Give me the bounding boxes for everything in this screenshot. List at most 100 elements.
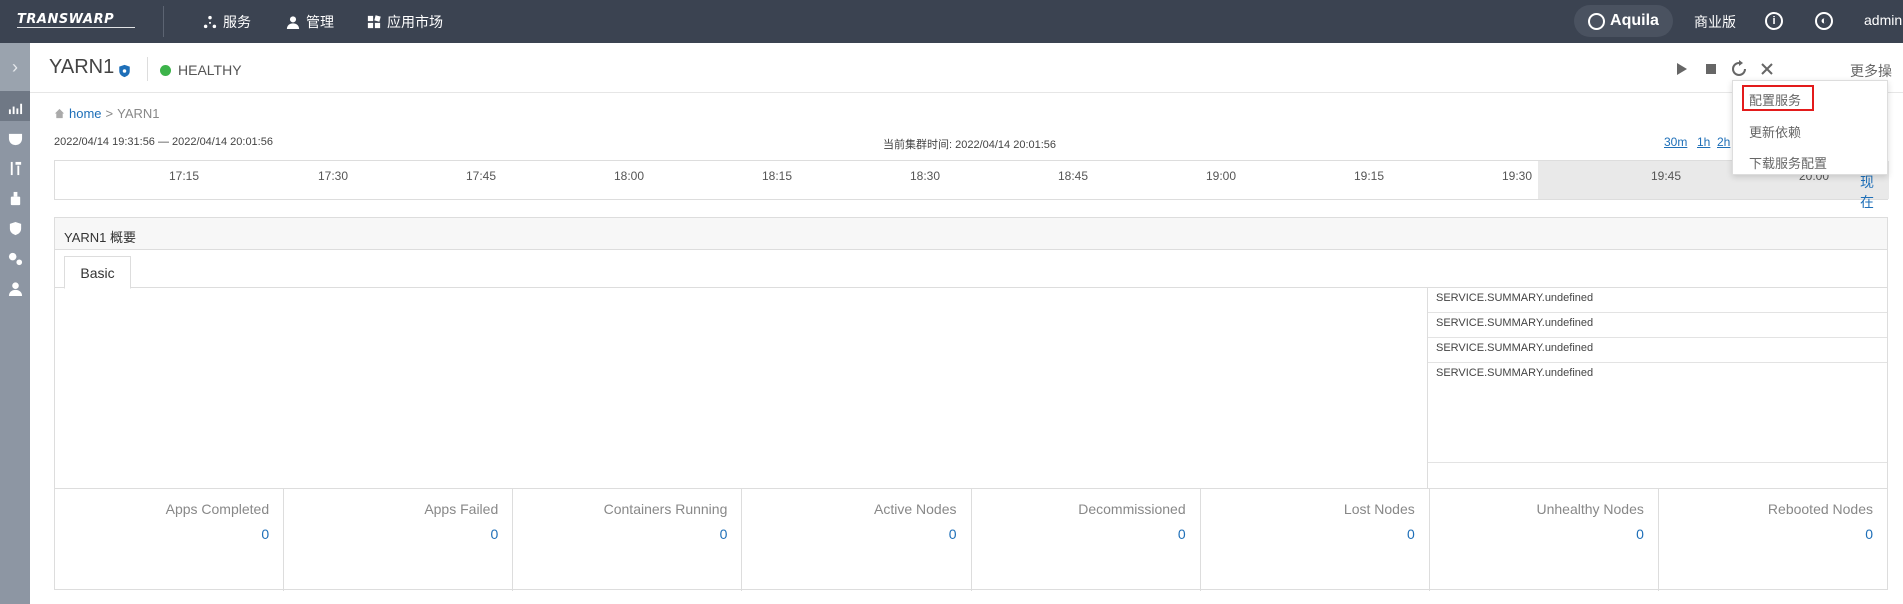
metric-apps-failed: Apps Failed 0 — [284, 489, 514, 591]
restart-icon[interactable] — [1730, 60, 1748, 78]
header-divider — [147, 57, 148, 81]
settings-gears-icon[interactable] — [7, 250, 23, 266]
top-navbar: TRANSWARP 服务 管理 应用市场 Aquila 商业版 i ◐ admi… — [0, 0, 1903, 43]
timeline-tick: 18:30 — [910, 169, 941, 183]
panel-title: YARN1 概要 — [64, 230, 136, 245]
metric-label: Apps Failed — [424, 501, 499, 517]
user-icon — [286, 16, 300, 29]
health-status-dot — [160, 65, 171, 76]
chevron-right-icon[interactable]: › — [0, 43, 30, 91]
metric-rebooted-nodes: Rebooted Nodes 0 — [1659, 489, 1887, 591]
nav-services[interactable]: 服务 — [203, 12, 251, 32]
aquila-button[interactable]: Aquila — [1574, 5, 1673, 37]
tab-basic[interactable]: Basic — [64, 256, 131, 289]
metric-unhealthy-nodes: Unhealthy Nodes 0 — [1430, 489, 1659, 591]
chart-icon[interactable] — [7, 99, 23, 115]
start-icon[interactable] — [1672, 60, 1690, 78]
health-status-text: HEALTHY — [178, 62, 242, 78]
metric-label: Apps Completed — [165, 501, 270, 517]
home-icon — [54, 108, 65, 119]
breadcrumb: home > YARN1 — [54, 106, 160, 121]
timeline-tick: 18:15 — [762, 169, 793, 183]
metric-value[interactable]: 0 — [490, 526, 498, 542]
range-30m-button[interactable]: 30m — [1664, 135, 1687, 149]
breadcrumb-current: YARN1 — [117, 106, 160, 121]
metrics-row: Apps Completed 0 Apps Failed 0 Container… — [55, 488, 1887, 591]
metric-value[interactable]: 0 — [1865, 526, 1873, 542]
overview-panel: YARN1 概要 Basic SERVICE.SUMMARY.undefined… — [54, 217, 1888, 591]
panel-header: YARN1 概要 — [55, 218, 1887, 250]
service-header: YARN1 HEALTHY 更多操作 — [30, 43, 1903, 99]
nav-services-label: 服务 — [223, 14, 251, 30]
nav-app-market[interactable]: 应用市场 — [367, 12, 443, 32]
timeline-tick: 18:00 — [614, 169, 645, 183]
metric-containers-running: Containers Running 0 — [513, 489, 743, 591]
close-icon[interactable] — [1758, 60, 1776, 78]
timeline-tick: 19:45 — [1651, 169, 1682, 183]
now-button[interactable]: 现在 — [1860, 172, 1887, 212]
metric-active-nodes: Active Nodes 0 — [742, 489, 972, 591]
person-icon[interactable] — [7, 280, 23, 296]
menu-item-download-config[interactable]: 下载服务配置 — [1749, 153, 1827, 172]
summary-list: SERVICE.SUMMARY.undefined SERVICE.SUMMAR… — [1427, 288, 1887, 488]
metric-value[interactable]: 0 — [1407, 526, 1415, 542]
mask-icon[interactable] — [7, 130, 23, 146]
apps-icon — [367, 15, 381, 29]
info-icon[interactable]: i — [1765, 12, 1783, 30]
cluster-time: 当前集群时间: 2022/04/14 20:01:56 — [883, 139, 1057, 151]
summary-row: SERVICE.SUMMARY.undefined — [1428, 288, 1887, 313]
nav-app-market-label: 应用市场 — [387, 14, 443, 30]
metric-decommissioned: Decommissioned 0 — [972, 489, 1201, 591]
transwarp-logo[interactable]: TRANSWARP — [17, 12, 114, 27]
metric-lost-nodes: Lost Nodes 0 — [1201, 489, 1430, 591]
breadcrumb-home[interactable]: home — [69, 106, 102, 121]
shield-icon[interactable] — [7, 220, 23, 236]
menu-item-update-dependencies[interactable]: 更新依赖 — [1749, 122, 1801, 141]
range-1h-button[interactable]: 1h — [1697, 135, 1710, 149]
stop-icon[interactable] — [1702, 60, 1720, 78]
menu-item-configure-service[interactable]: 配置服务 — [1749, 90, 1801, 109]
logo-underline — [17, 27, 135, 28]
metric-value[interactable]: 0 — [949, 526, 957, 542]
tools-icon[interactable] — [7, 160, 23, 176]
summary-row: SERVICE.SUMMARY.undefined — [1428, 363, 1887, 463]
service-title: YARN1 — [49, 56, 115, 78]
edition-label[interactable]: 商业版 — [1694, 12, 1736, 32]
user-menu[interactable]: admin — [1864, 12, 1902, 28]
globe-icon[interactable]: ◐ — [1815, 12, 1833, 30]
timeline-slider[interactable]: 17:15 17:30 17:45 18:00 18:15 18:30 18:4… — [54, 160, 1889, 210]
summary-row: SERVICE.SUMMARY.undefined — [1428, 313, 1887, 338]
timeline-tick: 19:15 — [1354, 169, 1385, 183]
nav-manage[interactable]: 管理 — [286, 12, 334, 32]
summary-row: SERVICE.SUMMARY.undefined — [1428, 338, 1887, 363]
timeline-tick: 17:45 — [466, 169, 497, 183]
timeline-tick: 17:15 — [169, 169, 200, 183]
metric-apps-completed: Apps Completed 0 — [55, 489, 285, 591]
metric-value[interactable]: 0 — [1636, 526, 1644, 542]
timeline-tick: 17:30 — [318, 169, 349, 183]
breadcrumb-separator: > — [105, 106, 114, 121]
range-2h-button[interactable]: 2h — [1717, 135, 1730, 149]
aquila-label: Aquila — [1610, 12, 1659, 29]
security-shield-icon — [119, 64, 130, 78]
aquila-icon — [1588, 12, 1606, 30]
plugin-icon[interactable] — [7, 190, 23, 206]
metric-label: Containers Running — [603, 501, 728, 517]
metric-value[interactable]: 0 — [1178, 526, 1186, 542]
more-operations-dropdown: 配置服务 更新依赖 下载服务配置 — [1732, 80, 1888, 175]
metric-label: Decommissioned — [1078, 501, 1186, 517]
metric-value[interactable]: 0 — [261, 526, 269, 542]
tab-strip: Basic — [55, 250, 1887, 289]
timeline-tick: 19:00 — [1206, 169, 1237, 183]
metric-label: Active Nodes — [874, 501, 957, 517]
metric-value[interactable]: 0 — [720, 526, 728, 542]
metric-label: Unhealthy Nodes — [1536, 501, 1644, 517]
metric-label: Rebooted Nodes — [1767, 501, 1873, 517]
services-icon — [203, 15, 217, 29]
timeline-tick: 19:30 — [1502, 169, 1533, 183]
left-sidebar: › — [0, 43, 30, 604]
time-range: 2022/04/14 19:31:56 — 2022/04/14 20:01:5… — [54, 136, 273, 148]
metric-label: Lost Nodes — [1343, 501, 1415, 517]
nav-divider — [163, 6, 164, 37]
timeline-tick: 18:45 — [1058, 169, 1089, 183]
